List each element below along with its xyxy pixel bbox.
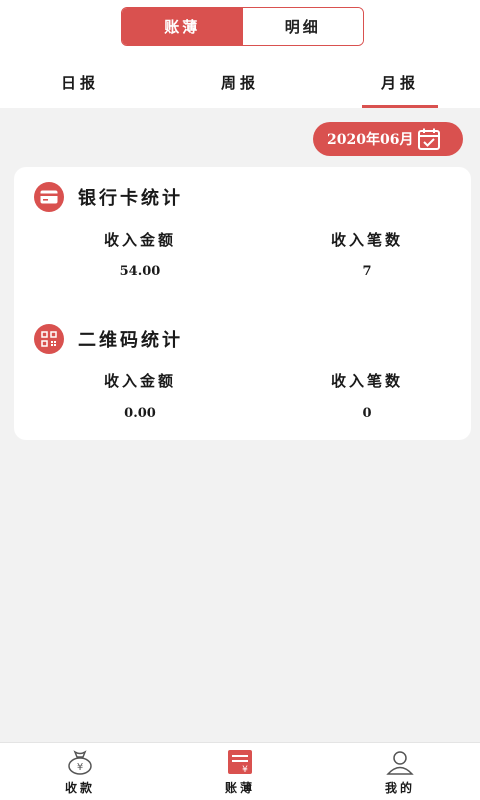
tab-daily[interactable]: 日报 — [0, 60, 160, 108]
month-picker-button[interactable]: 2020年06月 — [313, 122, 463, 156]
header: 账薄 明细 日报 周报 月报 — [0, 0, 480, 108]
qr-amount-label: 收入金额 — [103, 372, 176, 390]
segment-details[interactable]: 明细 — [242, 8, 363, 45]
qr-code-icon — [34, 324, 64, 354]
segment-ledger[interactable]: 账薄 — [122, 8, 243, 45]
bank-count-value: 7 — [362, 264, 372, 279]
tab-monthly[interactable]: 月报 — [320, 60, 480, 108]
qr-section-header: 二维码统计 — [34, 324, 183, 354]
nav-label-ledger: 账薄 — [224, 781, 255, 795]
nav-item-collect[interactable]: ¥ 收款 — [0, 743, 160, 800]
qr-title: 二维码统计 — [78, 330, 183, 351]
stats-card: 银行卡统计 收入金额 收入笔数 54.00 7 二维码统计 收入金额 收入笔数 … — [14, 167, 471, 440]
user-icon — [386, 751, 414, 775]
nav-item-me[interactable]: 我的 — [320, 743, 480, 800]
money-bag-icon: ¥ — [68, 750, 92, 775]
qr-amount-value: 0.00 — [124, 406, 156, 421]
bank-card-section-header: 银行卡统计 — [34, 182, 183, 212]
bank-card-icon — [34, 182, 64, 212]
month-picker-value: 2020年06月 — [327, 132, 414, 148]
svg-text:¥: ¥ — [242, 765, 248, 775]
nav-label-me: 我的 — [384, 781, 415, 795]
qr-count-label: 收入笔数 — [330, 372, 403, 390]
report-tabs: 日报 周报 月报 — [0, 60, 480, 108]
nav-label-collect: 收款 — [64, 781, 95, 795]
calendar-icon — [418, 128, 440, 150]
qr-count-value: 0 — [362, 406, 372, 421]
tab-weekly[interactable]: 周报 — [160, 60, 320, 108]
nav-item-ledger[interactable]: ¥ 账薄 — [160, 743, 320, 800]
svg-text:¥: ¥ — [77, 762, 83, 773]
bank-amount-label: 收入金额 — [103, 231, 176, 249]
view-segment-control: 账薄 明细 — [121, 7, 364, 46]
bank-amount-value: 54.00 — [119, 264, 161, 279]
bank-card-title: 银行卡统计 — [78, 188, 183, 209]
bank-count-label: 收入笔数 — [330, 231, 403, 249]
ledger-icon: ¥ — [228, 750, 252, 775]
bottom-nav: ¥ 收款 ¥ 账薄 我的 — [0, 742, 480, 800]
